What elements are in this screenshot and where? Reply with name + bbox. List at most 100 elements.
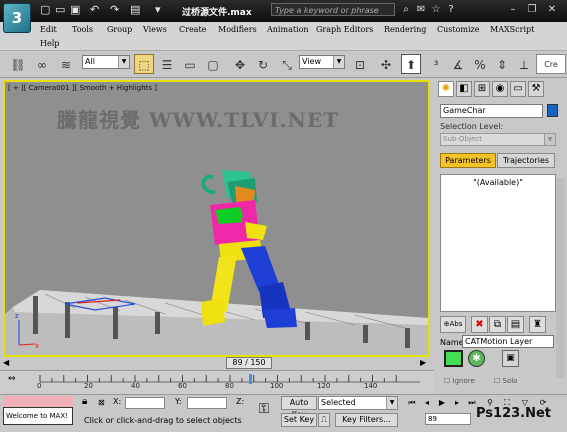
create-tab-icon[interactable]: ✺ — [438, 81, 454, 97]
save-file-icon[interactable]: ▣ — [70, 3, 80, 17]
quick-access-dropdown-icon[interactable]: ▾ — [155, 3, 161, 17]
time-slider-track[interactable] — [0, 357, 434, 370]
object-name-field[interactable]: GameChar — [440, 104, 543, 118]
key-filters-button[interactable]: Key Filters... — [335, 413, 398, 427]
default-in-out-tangent-icon[interactable]: ⎍ — [318, 413, 330, 427]
app-logo-icon[interactable]: 3 — [3, 3, 31, 33]
select-and-move-icon[interactable]: ✥ — [230, 54, 250, 74]
set-key-icon[interactable]: ⚿ — [254, 400, 274, 418]
camera-viewport[interactable]: z x [ + ][ Camera001 ][ Smooth + Highlig… — [3, 80, 430, 357]
menu-group[interactable]: Group — [107, 25, 132, 34]
maximize-button[interactable]: ❐ — [525, 3, 539, 16]
favorites-star-icon[interactable]: ☆ — [429, 3, 443, 17]
maxscript-listener-pink[interactable] — [3, 396, 73, 407]
object-color-swatch[interactable] — [547, 104, 558, 117]
motion-tab-icon[interactable]: ◉ — [492, 81, 508, 97]
menu-rendering[interactable]: Rendering — [384, 25, 426, 34]
solo-checkbox[interactable]: ☐ Solo — [494, 377, 517, 385]
menu-maxscript[interactable]: MAXScript — [490, 25, 534, 34]
layer-list[interactable]: "(Available)" — [440, 174, 556, 312]
chevron-down-icon: ▼ — [544, 134, 555, 145]
play-icon[interactable]: ▶ — [435, 397, 449, 409]
menu-edit[interactable]: Edit — [40, 25, 57, 34]
create-selection-set-field[interactable]: Cre — [536, 54, 566, 74]
angle-snap-icon[interactable]: ∡ — [448, 54, 468, 74]
key-mode-dropdown[interactable]: Selected ▼ — [318, 396, 398, 410]
new-file-icon[interactable]: ▢ — [40, 3, 50, 17]
unlink-icon[interactable]: ∞ — [32, 54, 52, 74]
search-input[interactable]: Type a keyword or phrase — [271, 3, 395, 16]
select-by-name-icon[interactable]: ☰ — [157, 54, 177, 74]
close-button[interactable]: ✕ — [545, 3, 559, 16]
utilities-tab-icon[interactable]: ⚒ — [528, 81, 544, 97]
modify-tab-icon[interactable]: ◧ — [456, 81, 472, 97]
go-to-start-icon[interactable]: ⏮ — [405, 397, 419, 409]
rectangular-selection-icon[interactable]: ▭ — [180, 54, 200, 74]
open-mini-curve-editor-icon[interactable]: ⇔ — [8, 374, 32, 386]
menu-graph-editors[interactable]: Graph Editors — [316, 25, 373, 34]
viewport-label[interactable]: [ + ][ Camera001 ][ Smooth + Highlights … — [8, 84, 157, 92]
select-object-icon[interactable]: ⬚ — [134, 54, 154, 74]
solo-label: Solo — [502, 377, 518, 385]
percent-snap-icon[interactable]: % — [470, 54, 490, 74]
tab-parameters[interactable]: Parameters — [440, 153, 496, 168]
select-and-link-icon[interactable]: ⛓ — [8, 54, 28, 74]
window-crossing-icon[interactable]: ▢ — [203, 54, 223, 74]
menu-views[interactable]: Views — [143, 25, 167, 34]
catmotion-icon[interactable]: ✱ — [468, 350, 485, 367]
undo-icon[interactable]: ↶ — [90, 3, 99, 17]
bind-to-space-warp-icon[interactable]: ≋ — [56, 54, 76, 74]
next-frame-button-icon[interactable]: ▸ — [450, 397, 464, 409]
maxscript-listener-field[interactable]: Welcome to MAX! — [3, 407, 73, 425]
paste-layer-icon[interactable]: ▤ — [507, 316, 524, 333]
open-file-icon[interactable]: ▭ — [55, 3, 65, 17]
select-and-scale-icon[interactable]: ⤡ — [277, 54, 297, 74]
copy-layer-icon[interactable]: ⧉ — [489, 316, 506, 333]
menu-tools[interactable]: Tools — [72, 25, 93, 34]
spinner-snap-icon[interactable]: ⇕ — [492, 54, 512, 74]
list-item[interactable]: "(Available)" — [441, 178, 555, 187]
tab-trajectories[interactable]: Trajectories — [497, 153, 555, 168]
project-folder-icon[interactable]: ▤ — [130, 3, 140, 17]
delete-layer-icon[interactable]: ✖ — [471, 316, 488, 333]
absolute-mode-icon[interactable]: ⊠ — [98, 398, 105, 407]
motion-editor-icon[interactable]: ▣ — [502, 350, 519, 367]
auto-key-button[interactable]: Auto Key — [281, 396, 317, 419]
subscription-icon[interactable]: ✉ — [414, 3, 428, 17]
minimize-button[interactable]: – — [506, 3, 520, 16]
panel-scrollbar[interactable] — [556, 178, 565, 378]
menu-modifiers[interactable]: Modifiers — [218, 25, 257, 34]
reference-coord-dropdown[interactable]: View ▼ — [299, 55, 345, 69]
prev-frame-icon[interactable]: ◀ — [3, 358, 13, 368]
select-and-manipulate-icon[interactable]: ✣ — [376, 54, 396, 74]
x-coord-field[interactable] — [125, 397, 165, 409]
keyboard-shortcut-override-icon[interactable]: ⬆ — [401, 54, 421, 74]
select-and-rotate-icon[interactable]: ↻ — [253, 54, 273, 74]
selection-filter-dropdown[interactable]: All ▼ — [82, 55, 130, 69]
add-layer-button[interactable]: ⊕Abs — [440, 316, 466, 333]
menu-create[interactable]: Create — [179, 25, 206, 34]
y-coord-field[interactable] — [187, 397, 227, 409]
named-selection-icon[interactable]: ⟂ — [514, 54, 534, 74]
ignore-checkbox[interactable]: ☐ Ignore — [444, 377, 475, 385]
snaps-toggle-icon[interactable]: ³ — [426, 54, 446, 74]
previous-frame-icon[interactable]: ◂ — [420, 397, 434, 409]
hierarchy-tab-icon[interactable]: ⊞ — [474, 81, 490, 97]
layer-name-field[interactable]: CATMotion Layer — [462, 335, 554, 348]
menu-help[interactable]: Help — [40, 39, 59, 48]
help-icon[interactable]: ? — [444, 3, 458, 17]
menu-customize[interactable]: Customize — [437, 25, 480, 34]
lock-selection-icon[interactable]: 🔒︎ — [82, 396, 87, 407]
pivot-center-icon[interactable]: ⊡ — [350, 54, 370, 74]
layer-manager-icon[interactable]: ♜ — [529, 316, 546, 333]
layer-color-swatch[interactable] — [444, 350, 463, 367]
next-frame-icon[interactable]: ▶ — [420, 358, 430, 368]
redo-icon[interactable]: ↷ — [110, 3, 119, 17]
time-slider-thumb[interactable]: 89 / 150 — [226, 357, 272, 369]
current-frame-field[interactable]: 89 — [425, 413, 471, 425]
set-key-button[interactable]: Set Key — [281, 413, 317, 427]
binoculars-icon[interactable]: ⌕ — [399, 3, 413, 17]
sub-object-dropdown[interactable]: Sub-Object ▼ — [440, 133, 556, 146]
menu-animation[interactable]: Animation — [267, 25, 309, 34]
display-tab-icon[interactable]: ▭ — [510, 81, 526, 97]
